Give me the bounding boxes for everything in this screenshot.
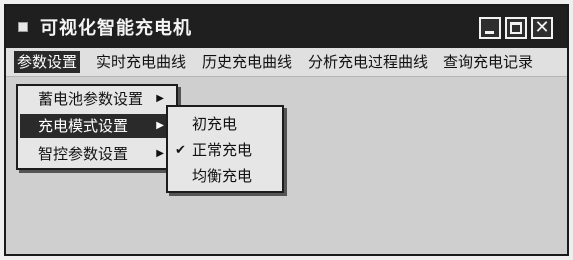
submenu-item-initial-charge[interactable]: 初充电 — [170, 112, 280, 137]
menu-realtime-curve[interactable]: 实时充电曲线 — [93, 51, 189, 73]
minimize-icon — [485, 31, 494, 34]
menu-analysis-curve[interactable]: 分析充电过程曲线 — [305, 51, 431, 73]
chevron-right-icon: ▶ — [156, 93, 164, 104]
app-icon[interactable] — [18, 22, 28, 32]
dropdown-item-label: 充电模式设置 — [38, 117, 129, 135]
close-button[interactable]: ✕ — [531, 17, 553, 39]
menu-history-curve[interactable]: 历史充电曲线 — [199, 51, 295, 73]
menu-bar: 参数设置 实时充电曲线 历史充电曲线 分析充电过程曲线 查询充电记录 — [6, 48, 567, 77]
window-title: 可视化智能充电机 — [40, 18, 192, 39]
menu-query-records[interactable]: 查询充电记录 — [440, 51, 536, 73]
dropdown-item-smart-control-settings[interactable]: 智控参数设置 ▶ — [20, 142, 174, 166]
submenu-item-label: 均衡充电 — [192, 167, 253, 185]
dropdown-item-label: 蓄电池参数设置 — [38, 90, 144, 108]
submenu-item-label: 初充电 — [192, 115, 238, 133]
maximize-button[interactable] — [505, 17, 527, 39]
menu-parameter-settings[interactable]: 参数设置 — [14, 51, 81, 73]
check-icon: ✔ — [175, 143, 186, 158]
parameter-settings-dropdown: 蓄电池参数设置 ▶ 充电模式设置 ▶ 智控参数设置 ▶ — [16, 84, 178, 170]
minimize-button[interactable] — [479, 17, 501, 39]
submenu-item-normal-charge[interactable]: ✔ 正常充电 — [170, 138, 280, 163]
chevron-right-icon: ▶ — [156, 148, 164, 159]
dropdown-item-charge-mode-settings[interactable]: 充电模式设置 ▶ — [20, 114, 174, 138]
charge-mode-submenu: 初充电 ✔ 正常充电 均衡充电 — [166, 105, 284, 193]
maximize-icon — [510, 22, 522, 34]
close-icon: ✕ — [534, 17, 550, 38]
dropdown-item-label: 智控参数设置 — [38, 145, 129, 163]
submenu-item-label: 正常充电 — [192, 141, 253, 159]
submenu-item-balance-charge[interactable]: 均衡充电 — [170, 164, 280, 189]
dropdown-item-battery-settings[interactable]: 蓄电池参数设置 ▶ — [20, 87, 174, 111]
title-bar[interactable]: 可视化智能充电机 ✕ — [6, 6, 567, 48]
chevron-right-icon: ▶ — [156, 120, 164, 131]
